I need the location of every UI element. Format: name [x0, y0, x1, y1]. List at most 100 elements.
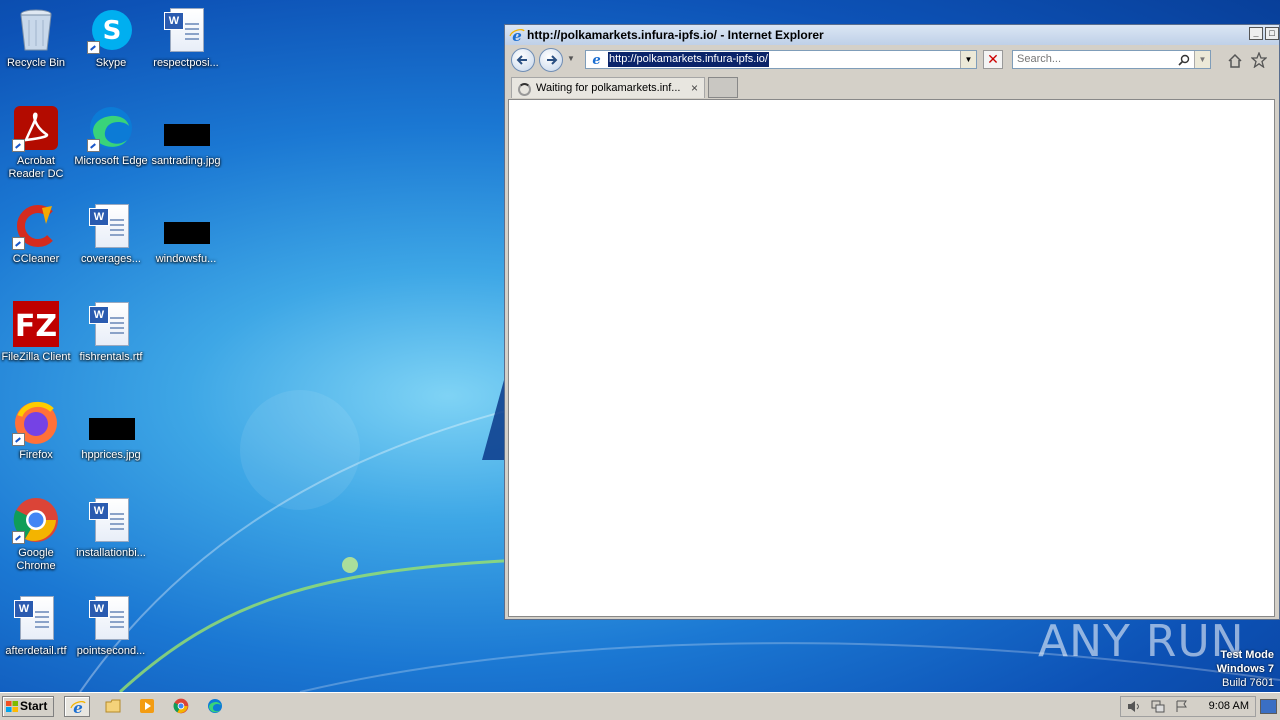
- recent-pages-dropdown[interactable]: ▼: [567, 54, 575, 63]
- desktop-icon-afterdetail[interactable]: W afterdetail.rtf: [0, 594, 74, 658]
- desktop-icon-filezilla[interactable]: FZ FileZilla Client: [0, 300, 74, 364]
- internet-explorer-window[interactable]: e http://polkamarkets.infura-ipfs.io/ - …: [504, 24, 1280, 620]
- word-document-icon: W: [87, 202, 135, 250]
- filezilla-icon: FZ: [12, 300, 60, 348]
- address-dropdown-button[interactable]: ▼: [960, 51, 976, 68]
- address-url[interactable]: http://polkamarkets.infura-ipfs.io/: [608, 52, 769, 67]
- taskbar-explorer[interactable]: [100, 696, 126, 717]
- anyrun-watermark: ANY RUN: [1038, 616, 1245, 667]
- start-button[interactable]: Start: [2, 696, 54, 717]
- desktop-icon-chrome[interactable]: Google Chrome: [0, 496, 74, 573]
- desktop-icon-label: Skype: [95, 57, 127, 69]
- word-document-icon: W: [87, 594, 135, 642]
- taskbar-edge[interactable]: [202, 696, 228, 717]
- clock[interactable]: 9:08 AM: [1209, 697, 1249, 716]
- taskbar-internet-explorer[interactable]: e: [64, 696, 90, 717]
- taskbar-media-player[interactable]: [134, 696, 160, 717]
- desktop-icon-santrading[interactable]: santrading.jpg: [148, 104, 224, 168]
- desktop-icon-coverages[interactable]: W coverages...: [73, 202, 149, 266]
- action-center-flag-icon[interactable]: [1175, 700, 1189, 713]
- system-tray: 9:08 AM: [1120, 696, 1256, 717]
- image-file-icon: [162, 104, 210, 152]
- desktop-icon-fishrentals[interactable]: W fishrentals.rtf: [73, 300, 149, 364]
- image-file-icon: [162, 202, 210, 250]
- network-icon[interactable]: [1151, 700, 1165, 713]
- desktop-icon-label: Google Chrome: [16, 547, 56, 572]
- chrome-icon: [173, 698, 189, 714]
- tab-title: Waiting for polkamarkets.inf...: [536, 82, 681, 94]
- desktop-icon-ccleaner[interactable]: CCleaner: [0, 202, 74, 266]
- explorer-folder-icon: [105, 699, 121, 713]
- desktop-icon-windowsfu[interactable]: windowsfu...: [148, 202, 224, 266]
- search-dropdown-button[interactable]: ▼: [1194, 51, 1210, 68]
- svg-text:FZ: FZ: [15, 309, 57, 344]
- forward-button[interactable]: [539, 48, 563, 72]
- firefox-icon: [12, 398, 60, 446]
- shortcut-arrow-icon: [12, 139, 25, 152]
- word-document-icon: W: [162, 6, 210, 54]
- minimize-button[interactable]: _: [1249, 27, 1263, 40]
- desktop-icon-label: pointsecond...: [76, 645, 146, 657]
- search-icon[interactable]: [1178, 54, 1190, 66]
- desktop-icon-label: hpprices.jpg: [81, 449, 141, 461]
- shortcut-arrow-icon: [87, 139, 100, 152]
- desktop-icon-label: fishrentals.rtf: [79, 351, 143, 363]
- home-icon[interactable]: [1227, 53, 1243, 68]
- desktop-icon-respectposi[interactable]: W respectposi...: [148, 6, 224, 70]
- taskbar: Start e 9:08 AM: [0, 692, 1280, 720]
- volume-icon[interactable]: [1127, 700, 1141, 713]
- os-build-info: Test Mode Windows 7 Build 7601: [1217, 648, 1274, 690]
- desktop-icon-edge[interactable]: Microsoft Edge: [73, 104, 149, 168]
- window-titlebar[interactable]: e http://polkamarkets.infura-ipfs.io/ - …: [505, 25, 1279, 45]
- search-placeholder: Search...: [1017, 53, 1062, 65]
- media-player-icon: [140, 699, 154, 713]
- chrome-icon: [12, 496, 60, 544]
- word-document-icon: W: [87, 300, 135, 348]
- maximize-button[interactable]: □: [1265, 27, 1279, 40]
- page-ie-icon: e: [592, 53, 600, 67]
- desktop-icon-acrobat[interactable]: Acrobat Reader DC: [0, 104, 74, 181]
- skype-icon: S: [87, 6, 135, 54]
- stop-button[interactable]: ✕: [983, 50, 1003, 69]
- windows-version-text: Windows 7: [1216, 663, 1274, 675]
- desktop-icon-skype[interactable]: S Skype: [73, 6, 149, 70]
- shortcut-arrow-icon: [12, 531, 25, 544]
- back-arrow-icon: [516, 55, 527, 65]
- shortcut-arrow-icon: [12, 237, 25, 250]
- test-mode-text: Test Mode: [1220, 649, 1274, 661]
- svg-text:e: e: [592, 53, 600, 67]
- window-title: http://polkamarkets.infura-ipfs.io/ - In…: [527, 28, 824, 42]
- desktop-icon-pointsecond[interactable]: W pointsecond...: [73, 594, 149, 658]
- desktop-icon-recycle-bin[interactable]: Recycle Bin: [0, 6, 74, 70]
- desktop-icon-installationbi[interactable]: W installationbi...: [73, 496, 149, 560]
- favorites-star-icon[interactable]: [1251, 52, 1267, 68]
- loading-spinner-icon: [518, 83, 531, 96]
- new-tab-button[interactable]: [708, 77, 738, 98]
- desktop-icon-label: FileZilla Client: [1, 351, 71, 363]
- tab-loading[interactable]: Waiting for polkamarkets.inf... ×: [511, 77, 705, 98]
- taskbar-chrome[interactable]: [168, 696, 194, 717]
- desktop-icon-firefox[interactable]: Firefox: [0, 398, 74, 462]
- build-text: Build 7601: [1222, 677, 1274, 689]
- show-desktop-button[interactable]: [1260, 699, 1277, 714]
- desktop-icon-label: santrading.jpg: [151, 155, 221, 167]
- image-file-icon: [87, 398, 135, 446]
- shortcut-arrow-icon: [12, 433, 25, 446]
- windows-flag-icon: [6, 701, 18, 712]
- desktop-icon-hpprices[interactable]: hpprices.jpg: [73, 398, 149, 462]
- desktop-icon-label: afterdetail.rtf: [5, 645, 67, 657]
- address-bar[interactable]: e http://polkamarkets.infura-ipfs.io/ ▼: [585, 50, 977, 69]
- tab-close-button[interactable]: ×: [691, 78, 698, 98]
- desktop-icon-label: Firefox: [19, 449, 53, 461]
- desktop-icon-label: Acrobat Reader DC: [8, 155, 64, 180]
- desktop-icon-label: coverages...: [81, 253, 141, 265]
- forward-arrow-icon: [547, 55, 558, 65]
- internet-explorer-icon: e: [70, 699, 86, 715]
- internet-explorer-icon: e: [509, 27, 525, 43]
- search-input[interactable]: Search... ▼: [1012, 50, 1211, 69]
- acrobat-icon: [12, 104, 60, 152]
- page-content-area[interactable]: [508, 99, 1275, 617]
- word-document-icon: W: [87, 496, 135, 544]
- desktop-icon-label: installationbi...: [76, 547, 146, 559]
- back-button[interactable]: [511, 48, 535, 72]
